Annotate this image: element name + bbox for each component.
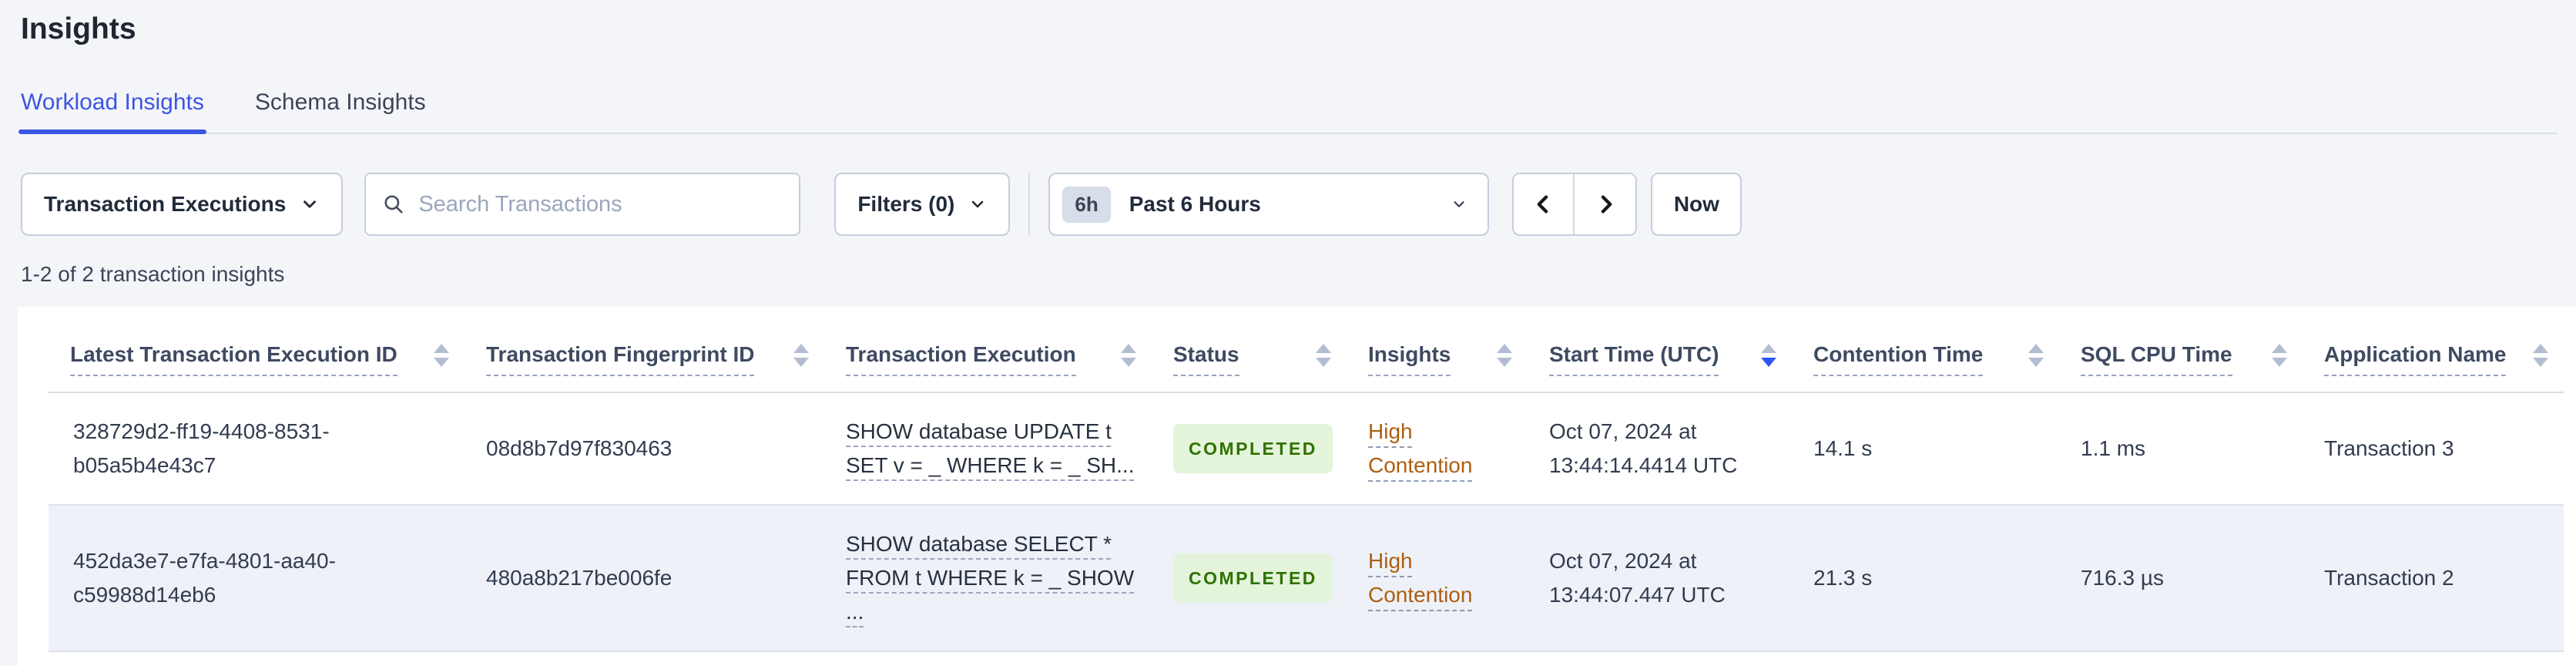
- column-header-label[interactable]: Start Time (UTC): [1549, 341, 1719, 376]
- cell-cpuTime: 716.3 µs: [2059, 505, 2303, 652]
- cell-execId: 328729d2-ff19-4408-8531-b05a5b4e43c7: [49, 392, 465, 506]
- now-button[interactable]: Now: [1651, 173, 1742, 236]
- time-range-nav: [1512, 173, 1638, 236]
- column-header-cpuTime[interactable]: SQL CPU Time: [2059, 307, 2303, 393]
- cell-contentionTime: 14.1 s: [1792, 392, 2059, 506]
- search-box: [364, 173, 801, 236]
- results-count: 1-2 of 2 transaction insights: [21, 262, 285, 286]
- cell-fingerprint: 08d8b7d97f830463: [465, 392, 824, 506]
- column-header-label[interactable]: Transaction Execution: [846, 341, 1076, 376]
- table-header-row: Latest Transaction Execution ID Transacti…: [49, 307, 2564, 393]
- sort-arrows-icon[interactable]: [793, 344, 809, 367]
- chevron-down-icon: [300, 194, 320, 214]
- report-type-label: Transaction Executions: [44, 192, 287, 216]
- next-range-button[interactable]: [1575, 174, 1636, 234]
- cell-startTime: Oct 07, 2024 at 13:44:14.4414 UTC: [1528, 392, 1792, 506]
- insight-link[interactable]: High Contention: [1368, 415, 1491, 483]
- tab-workload-insights[interactable]: Workload Insights: [18, 89, 206, 134]
- cell-status: COMPLETED: [1152, 505, 1347, 652]
- tabs-bar: Workload Insights Schema Insights: [18, 89, 2558, 134]
- tab-schema-insights[interactable]: Schema Insights: [255, 89, 426, 133]
- chevron-down-icon: [968, 195, 987, 214]
- column-header-fingerprint[interactable]: Transaction Fingerprint ID: [465, 307, 824, 393]
- column-header-label[interactable]: Contention Time: [1813, 341, 1984, 376]
- sort-arrows-icon[interactable]: [2533, 344, 2548, 367]
- transaction-execution-id: 328729d2-ff19-4408-8531-b05a5b4e43c7: [73, 419, 330, 477]
- transaction-execution-link[interactable]: SHOW database SELECT * FROM t WHERE k = …: [846, 527, 1136, 629]
- prev-range-button[interactable]: [1514, 174, 1575, 234]
- cell-appName: Transaction 3: [2303, 392, 2564, 506]
- filters-label: Filters (0): [857, 192, 955, 216]
- cell-contentionTime: 21.3 s: [1792, 505, 2059, 652]
- table-row: 328729d2-ff19-4408-8531-b05a5b4e43c7 08d8…: [49, 392, 2564, 506]
- start-time: Oct 07, 2024 at 13:44:07.447 UTC: [1549, 549, 1726, 607]
- column-header-label[interactable]: SQL CPU Time: [2081, 341, 2232, 376]
- toolbar-divider: [1028, 173, 1031, 236]
- status-badge: COMPLETED: [1173, 424, 1333, 473]
- sort-arrows-icon[interactable]: [2272, 344, 2287, 367]
- insights-table-card: Latest Transaction Execution ID Transacti…: [18, 307, 2576, 666]
- chevron-down-icon: [1451, 196, 1467, 213]
- column-header-label[interactable]: Latest Transaction Execution ID: [70, 341, 397, 376]
- sort-arrows-icon[interactable]: [2028, 344, 2044, 367]
- cell-cpuTime: 1.1 ms: [2059, 392, 2303, 506]
- time-range-picker[interactable]: 6h Past 6 Hours: [1048, 173, 1490, 236]
- cell-execId: 452da3e7-e7fa-4801-aa40-c59988d14eb6: [49, 505, 465, 652]
- report-type-dropdown[interactable]: Transaction Executions: [21, 173, 344, 236]
- status-badge: COMPLETED: [1173, 553, 1333, 603]
- insight-link[interactable]: High Contention: [1368, 544, 1491, 612]
- cell-startTime: Oct 07, 2024 at 13:44:07.447 UTC: [1528, 505, 1792, 652]
- sort-arrows-icon[interactable]: [1497, 344, 1512, 367]
- toolbar: Transaction Executions Filters (0) 6h Pa…: [21, 173, 2558, 236]
- cell-status: COMPLETED: [1152, 392, 1347, 506]
- column-header-sql[interactable]: Transaction Execution: [824, 307, 1152, 393]
- cell-insights: High Contention: [1347, 392, 1528, 506]
- sort-arrows-icon[interactable]: [434, 344, 449, 367]
- chevron-left-icon: [1532, 191, 1555, 217]
- cell-insights: High Contention: [1347, 505, 1528, 652]
- column-header-label[interactable]: Status: [1173, 341, 1239, 376]
- transaction-execution-link[interactable]: SHOW database UPDATE t SET v = _ WHERE k…: [846, 415, 1136, 483]
- column-header-label[interactable]: Insights: [1368, 341, 1451, 376]
- transaction-execution-id: 452da3e7-e7fa-4801-aa40-c59988d14eb6: [73, 549, 336, 607]
- column-header-insights[interactable]: Insights: [1347, 307, 1528, 393]
- search-icon: [383, 193, 404, 215]
- cell-sql: SHOW database UPDATE t SET v = _ WHERE k…: [824, 392, 1152, 506]
- sort-arrows-icon[interactable]: [1121, 344, 1136, 367]
- time-range-label: Past 6 Hours: [1129, 192, 1261, 216]
- filters-dropdown[interactable]: Filters (0): [834, 173, 1011, 236]
- search-transactions-input[interactable]: [417, 190, 783, 218]
- sort-arrows-icon[interactable]: [1316, 344, 1331, 367]
- column-header-appName[interactable]: Application Name: [2303, 307, 2564, 393]
- column-header-startTime[interactable]: Start Time (UTC): [1528, 307, 1792, 393]
- cell-fingerprint: 480a8b217be006fe: [465, 505, 824, 652]
- column-header-label[interactable]: Application Name: [2324, 341, 2507, 376]
- insights-page: Insights Workload Insights Schema Insigh…: [0, 0, 2576, 287]
- insights-table: Latest Transaction Execution ID Transacti…: [49, 307, 2564, 652]
- cell-appName: Transaction 2: [2303, 505, 2564, 652]
- column-header-label[interactable]: Transaction Fingerprint ID: [486, 341, 755, 376]
- sort-arrows-icon[interactable]: [1761, 344, 1776, 367]
- column-header-execId[interactable]: Latest Transaction Execution ID: [49, 307, 465, 393]
- cell-sql: SHOW database SELECT * FROM t WHERE k = …: [824, 505, 1152, 652]
- start-time: Oct 07, 2024 at 13:44:14.4414 UTC: [1549, 419, 1738, 477]
- chevron-right-icon: [1594, 191, 1617, 217]
- column-header-status[interactable]: Status: [1152, 307, 1347, 393]
- time-range-shortcut-badge: 6h: [1062, 186, 1111, 223]
- table-row: 452da3e7-e7fa-4801-aa40-c59988d14eb6 480a…: [49, 505, 2564, 652]
- column-header-contentionTime[interactable]: Contention Time: [1792, 307, 2059, 393]
- page-title: Insights: [21, 12, 136, 45]
